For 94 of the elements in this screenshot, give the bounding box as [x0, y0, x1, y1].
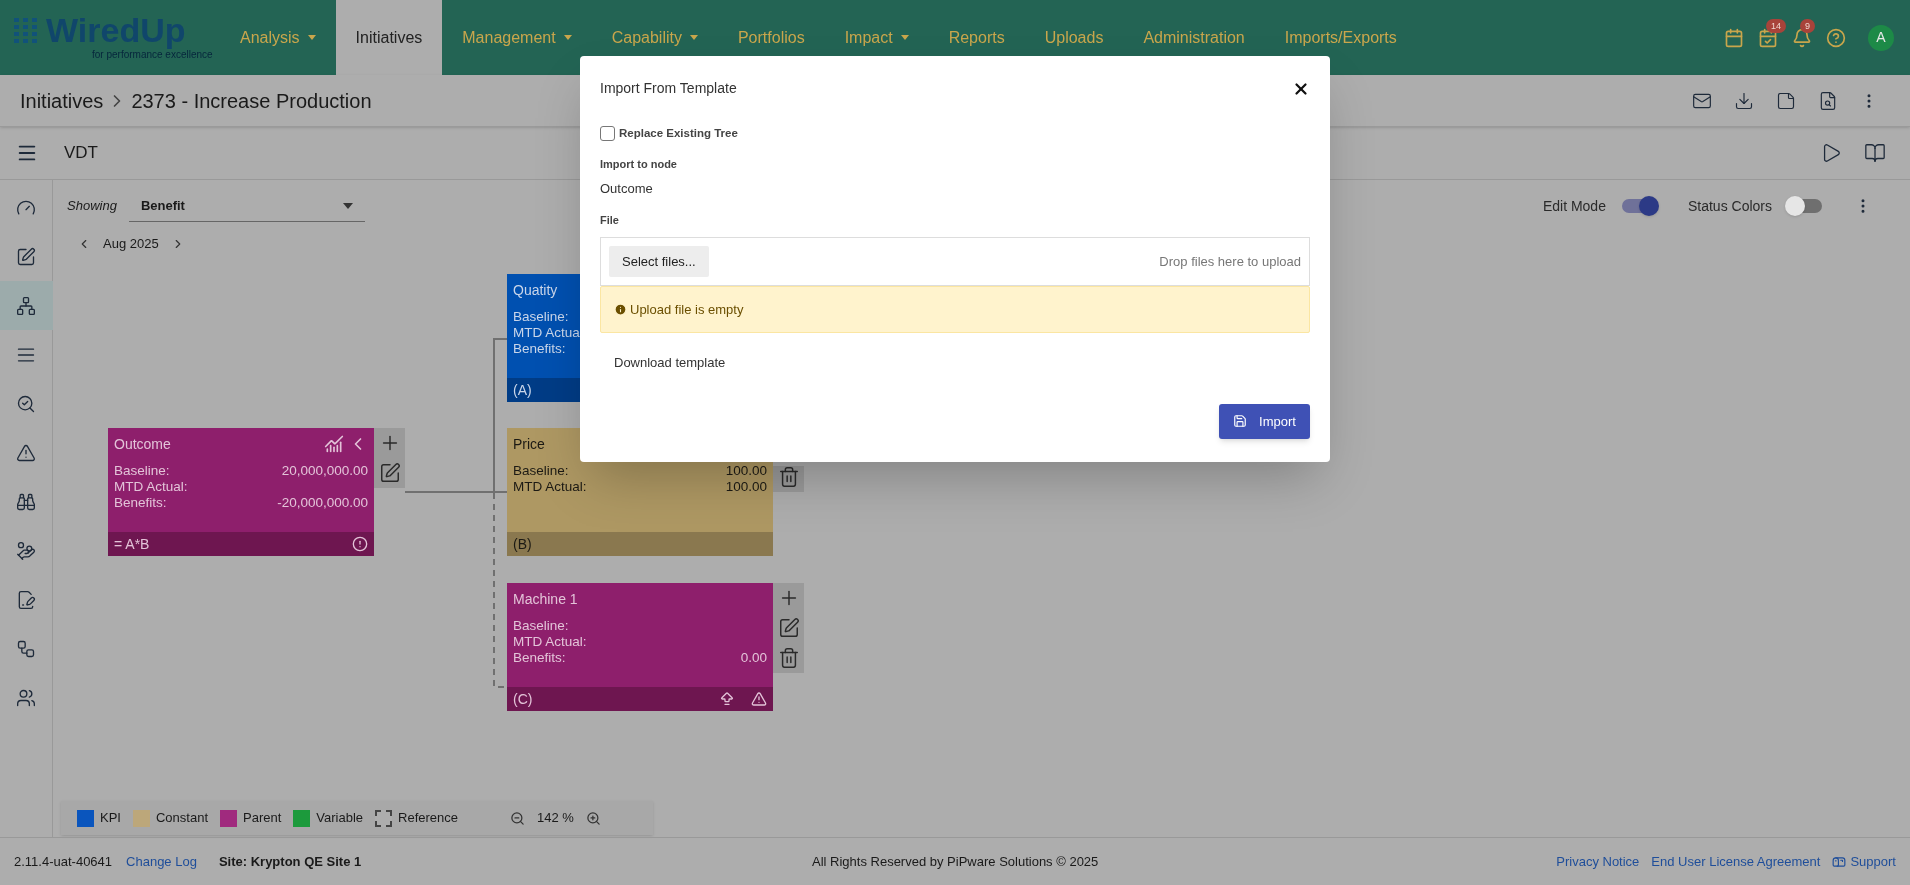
nav-tab[interactable]: Reports — [928, 0, 1025, 75]
legend-label: Constant — [155, 809, 208, 828]
node-card[interactable]: Outcome Baseline: 20,000,000.00 MTD Actual: Benefits: -20,000,000.00 = A*B — [108, 428, 374, 556]
copyright-text: All Rights Reserved by PiPware Solutions © 2025 — [812, 852, 1099, 871]
node-field-label: Baseline: — [114, 463, 170, 479]
toggle-label: Edit Mode — [1542, 196, 1606, 216]
info-icon[interactable] — [352, 536, 368, 552]
breadcrumb-link[interactable]: Initiatives — [20, 85, 104, 116]
node-formula: = A*B — [114, 534, 150, 554]
legend-label: Reference — [398, 809, 459, 828]
checkbox-label: Replace Existing Tree — [619, 126, 738, 141]
toggle-label: Status Colors — [1687, 196, 1772, 216]
nav-tab[interactable]: Initiatives — [335, 0, 443, 75]
zoom-in-icon[interactable] — [585, 810, 601, 826]
edit-icon[interactable] — [777, 617, 800, 639]
node-title: Price — [513, 434, 545, 454]
nav-tab[interactable]: Analysis — [220, 0, 336, 75]
file-search-icon[interactable] — [1818, 90, 1838, 111]
field-label: Import to node — [600, 157, 678, 173]
nav-tab[interactable]: Imports/Exports — [1264, 0, 1417, 75]
file-drop-zone[interactable]: Select files... Drop files here to upload — [600, 236, 1310, 286]
user-avatar[interactable]: A — [1868, 24, 1894, 51]
replace-checkbox[interactable] — [600, 126, 615, 142]
bell-icon[interactable] — [1792, 27, 1812, 48]
note-icon[interactable] — [1776, 90, 1796, 111]
node-field-label: Baseline: — [513, 618, 569, 634]
save-icon — [1233, 414, 1248, 429]
node-card[interactable]: Machine 1 Baseline: MTD Actual: Benefits: 0.00 (C) — [507, 583, 773, 711]
page-title: 2373 - Increase Production — [131, 88, 372, 114]
dialog-title: Import From Template — [600, 79, 737, 98]
book-icon[interactable] — [1864, 142, 1886, 164]
version-text: 2.11.4-uat-40641 — [14, 852, 113, 871]
count-badge: 9 — [1800, 18, 1815, 33]
footer-link[interactable]: End User License Agreement — [1651, 851, 1821, 872]
legend-label: Variable — [316, 809, 364, 828]
support-link[interactable]: Support — [1850, 851, 1896, 872]
toggle-switch[interactable] — [1621, 199, 1656, 213]
change-log-link[interactable]: Change Log — [126, 851, 197, 872]
select-files-button[interactable]: Select files... — [609, 245, 709, 277]
upload-icon[interactable] — [719, 691, 735, 707]
footer-link[interactable]: Privacy Notice — [1556, 851, 1640, 872]
node-formula: (C) — [513, 689, 533, 709]
trash-icon[interactable] — [777, 647, 800, 669]
legend-label: KPI — [100, 809, 121, 828]
toolbar-title: VDT — [64, 142, 98, 165]
support-icon[interactable] — [1832, 854, 1847, 869]
warning-icon[interactable] — [751, 691, 767, 707]
tree-icon[interactable] — [0, 281, 53, 330]
logo-tagline: for performance excellence — [92, 49, 214, 62]
warning-text: Upload file is empty — [630, 300, 744, 319]
node-title: Quatity — [513, 280, 558, 300]
info-icon — [614, 302, 627, 316]
nav-tab[interactable]: Uploads — [1024, 0, 1124, 75]
legend-label: Parent — [243, 809, 282, 828]
caret-icon — [342, 202, 353, 209]
node-title: Outcome — [114, 434, 171, 454]
nav-tab[interactable]: Administration — [1123, 0, 1265, 75]
edit-icon[interactable] — [378, 462, 401, 484]
download-icon[interactable] — [1734, 90, 1754, 111]
help-icon[interactable] — [1826, 27, 1846, 48]
drop-hint: Drop files here to upload — [1159, 252, 1301, 271]
download-template-link[interactable]: Download template — [614, 352, 726, 373]
node-title: Machine 1 — [513, 589, 578, 609]
showing-select[interactable]: Benefit — [128, 190, 365, 222]
node-field-label: MTD Actual: — [513, 634, 587, 650]
node-field-label: Baseline: — [513, 309, 569, 325]
toggle-switch[interactable] — [1788, 199, 1822, 213]
node-field-label: MTD Actual: — [513, 479, 587, 495]
showing-label: Showing — [67, 197, 117, 216]
count-badge: 14 — [1766, 18, 1786, 33]
node-field-label: MTD Actua — [513, 325, 580, 341]
site-text: Site: Krypton QE Site 1 — [218, 852, 362, 871]
node-field-label: MTD Actual: — [114, 479, 188, 495]
calendar-icon[interactable] — [1724, 27, 1744, 48]
month-label: Aug 2025 — [103, 235, 159, 253]
node-field-value: 100.00 — [725, 463, 767, 479]
nav-tab[interactable]: Portfolios — [717, 0, 825, 75]
node-value: Outcome — [600, 179, 654, 198]
calendar-check-icon[interactable] — [1758, 27, 1778, 48]
node-field-value: 20,000,000.00 — [281, 463, 368, 479]
node-field-value: 100.00 — [725, 479, 767, 495]
node-formula: (A) — [513, 380, 532, 400]
node-field-label: Benefits: — [513, 650, 566, 666]
zoom-level: 142 % — [537, 809, 574, 828]
node-field-label: Benefits: — [513, 341, 566, 357]
node-field-label: Benefits: — [114, 495, 167, 511]
chart-icon[interactable] — [324, 434, 344, 454]
node-formula: (B) — [513, 534, 532, 554]
node-field-label: Baseline: — [513, 463, 569, 479]
import-button[interactable]: Import — [1219, 403, 1310, 439]
node-field-value: -20,000,000.00 — [277, 495, 368, 511]
node-field-value: 0.00 — [740, 650, 767, 666]
zoom-out-icon[interactable] — [510, 810, 526, 826]
field-label: File — [600, 213, 620, 229]
